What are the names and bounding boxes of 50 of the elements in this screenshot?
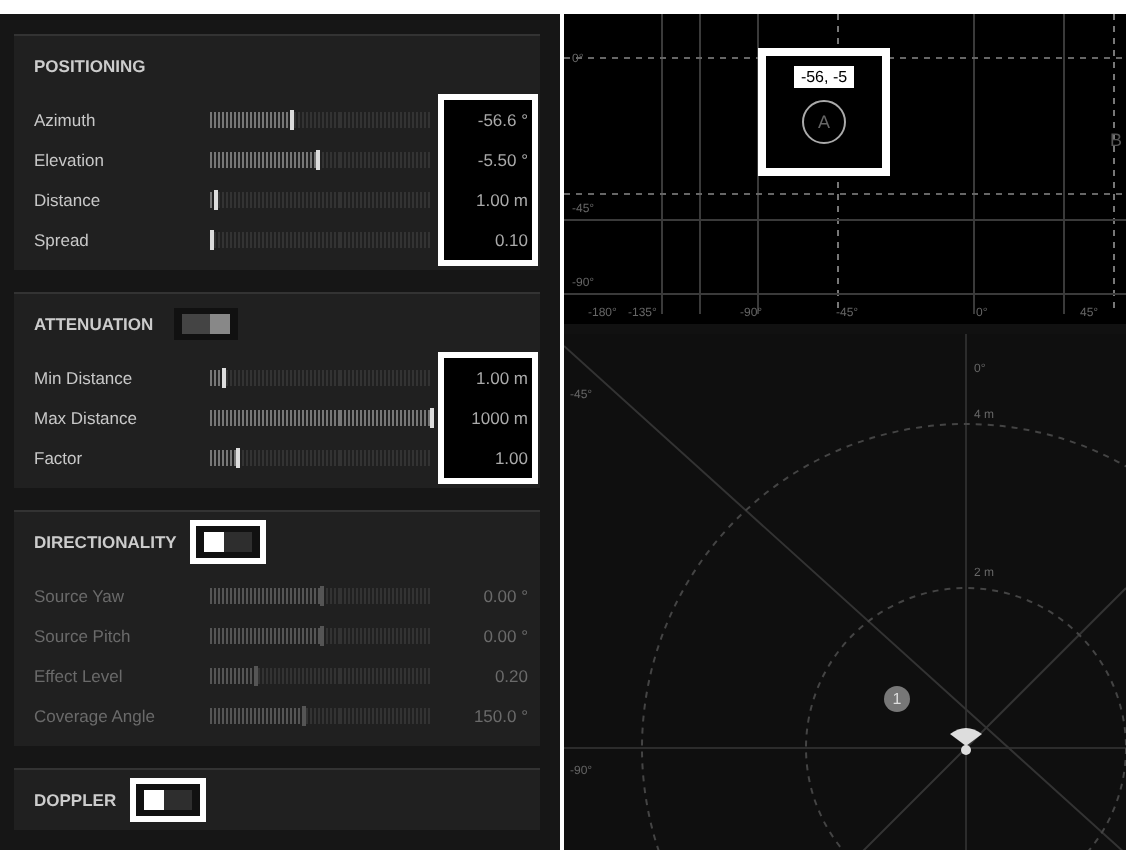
parameter-label: Factor — [34, 448, 83, 468]
slider[interactable] — [210, 628, 430, 644]
parameter-label: Azimuth — [34, 110, 96, 130]
position-tooltip: -56, -5 — [794, 66, 854, 88]
parameter-value: 1.00 — [494, 448, 528, 468]
section-title: DIRECTIONALITY — [34, 532, 177, 552]
parameter-value: 1.00 m — [476, 190, 528, 210]
parameter-value: 0.10 — [494, 230, 528, 250]
parameter-label: Source Pitch — [34, 626, 131, 646]
parameter-label: Elevation — [34, 150, 104, 170]
section-title: ATTENUATION — [34, 314, 154, 334]
slider-thumb[interactable] — [302, 706, 307, 726]
parameter-value: 0.00 ° — [483, 626, 528, 646]
source-marker[interactable]: A — [802, 100, 846, 144]
slider[interactable] — [210, 152, 430, 168]
section-title: DOPPLER — [34, 790, 117, 810]
parameter-label: Coverage Angle — [34, 706, 155, 726]
parameter-label: Max Distance — [34, 408, 137, 428]
slider[interactable] — [210, 450, 430, 466]
slider[interactable] — [210, 668, 430, 684]
toggle-switch[interactable] — [181, 314, 230, 334]
slider-thumb[interactable] — [289, 110, 294, 130]
slider[interactable] — [210, 708, 430, 724]
parameter-value: -5.50 ° — [477, 150, 528, 170]
parameter-label: Spread — [34, 230, 89, 250]
parameter-value: 150.0 ° — [473, 706, 528, 726]
slider[interactable] — [210, 588, 430, 604]
section-title: POSITIONING — [34, 56, 146, 76]
parameter-label: Distance — [34, 190, 101, 210]
listener-icon — [950, 728, 982, 755]
slider[interactable] — [210, 112, 430, 128]
parameter-value: -56.6 ° — [477, 110, 528, 130]
slider[interactable] — [210, 232, 430, 248]
source-marker-label: B — [1109, 130, 1122, 150]
parameter-value: 1000 m — [471, 408, 528, 428]
source-badge[interactable]: 1 — [884, 686, 910, 712]
toggle-switch[interactable] — [204, 532, 253, 552]
parameter-value: 1.00 m — [476, 368, 528, 388]
parameter-label: Min Distance — [34, 368, 133, 388]
parameter-label: Source Yaw — [34, 586, 125, 606]
slider[interactable] — [210, 410, 430, 426]
parameter-label: Effect Level — [34, 666, 123, 686]
parameter-value: 0.00 ° — [483, 586, 528, 606]
slider[interactable] — [210, 192, 430, 208]
slider-thumb[interactable] — [236, 448, 241, 468]
slider-thumb[interactable] — [315, 150, 320, 170]
slider-thumb[interactable] — [214, 190, 219, 210]
parameter-value: 0.20 — [494, 666, 528, 686]
toggle-switch[interactable] — [144, 790, 193, 810]
slider[interactable] — [210, 370, 430, 386]
